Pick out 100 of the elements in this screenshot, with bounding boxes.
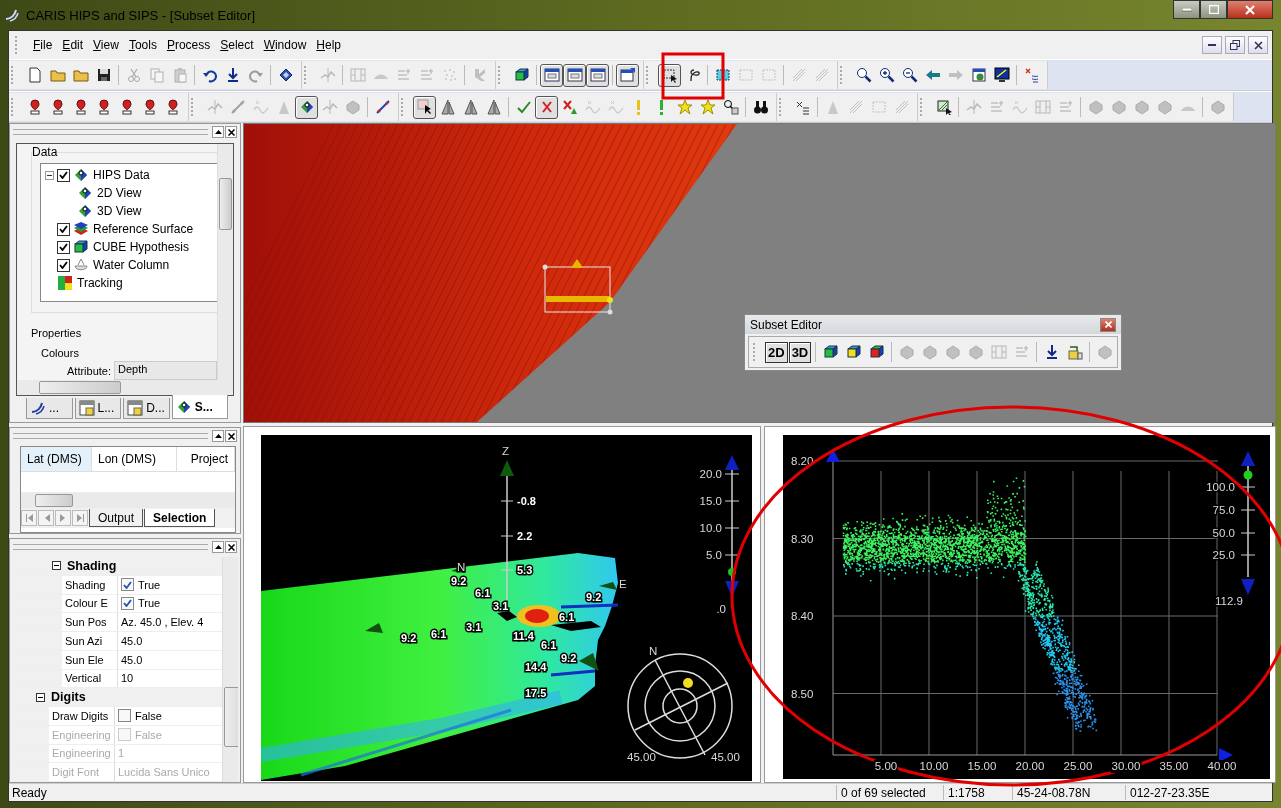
- sheet-tab[interactable]: Selection: [144, 509, 216, 527]
- direction-label: E: [619, 578, 627, 590]
- attribute-dropdown[interactable]: Depth: [114, 361, 217, 380]
- panel-tab[interactable]: S...: [171, 395, 228, 419]
- hatching-icon: [813, 67, 830, 83]
- toolbar-button[interactable]: [295, 95, 318, 119]
- column-header[interactable]: Lon (DMS): [92, 447, 177, 471]
- axis-tick-label: 5.00: [873, 760, 899, 773]
- menu-item[interactable]: Tools: [124, 36, 161, 54]
- zoom-out-icon: [901, 67, 918, 83]
- property-value[interactable]: 45.0: [121, 634, 143, 647]
- column-header[interactable]: Lat (DMS): [21, 447, 92, 471]
- close-button[interactable]: [225, 541, 237, 553]
- restore-button[interactable]: [1225, 36, 1245, 54]
- tree-item[interactable]: HIPS Data: [92, 168, 151, 182]
- toolbar-button[interactable]: [616, 63, 639, 87]
- tree-item[interactable]: Water Column: [92, 258, 171, 272]
- color-scale[interactable]: [1240, 451, 1256, 595]
- minimize-button[interactable]: [1202, 36, 1222, 54]
- close-button[interactable]: [1100, 317, 1116, 332]
- menu-item[interactable]: View: [89, 36, 123, 54]
- right-arrow-icon: [947, 67, 964, 83]
- line-tool-icon: [374, 99, 391, 115]
- menu-item[interactable]: Window: [259, 36, 311, 54]
- menu-item[interactable]: Process: [162, 36, 215, 54]
- collapse-icon[interactable]: [52, 561, 61, 571]
- checkbox[interactable]: [121, 578, 134, 592]
- hexagon-icon: [344, 99, 361, 115]
- close-button[interactable]: [1227, 0, 1273, 19]
- collapse-icon[interactable]: [36, 692, 45, 702]
- layers-icon: [73, 221, 89, 237]
- menu-item[interactable]: Help: [312, 36, 345, 54]
- close-button[interactable]: [225, 430, 237, 442]
- property-name: Sun Azi: [62, 632, 118, 650]
- hatching-icon: [790, 67, 807, 83]
- scissors-icon: [125, 67, 142, 83]
- collapse-icon[interactable]: [45, 170, 54, 180]
- checkbox[interactable]: [118, 709, 131, 723]
- dashed-rectangle-icon: [737, 67, 754, 83]
- property-value[interactable]: 10: [121, 672, 134, 685]
- tree-item[interactable]: Reference Surface: [92, 222, 195, 236]
- close-button[interactable]: [1248, 36, 1268, 54]
- hexagon-icon: [1156, 99, 1173, 115]
- property-name: Draw Digits: [49, 707, 115, 725]
- selection-marker[interactable]: [542, 259, 613, 315]
- toolbar-button[interactable]: [535, 95, 558, 119]
- property-value[interactable]: True: [138, 578, 161, 591]
- axis-tick-label: 5.3: [517, 564, 533, 576]
- maximize-button[interactable]: [1200, 0, 1227, 19]
- compass-label: 45.00: [627, 751, 656, 763]
- pin-button[interactable]: [212, 541, 224, 553]
- wave-icon: [1011, 99, 1028, 115]
- cube-icon: [73, 239, 89, 255]
- property-value[interactable]: True: [138, 597, 161, 610]
- depth-label: 3.1: [493, 600, 509, 612]
- monitor-icon: [993, 67, 1010, 83]
- nav-button[interactable]: [38, 510, 54, 526]
- dashed-rectangle-icon: [714, 67, 731, 83]
- clipboard-icon: [171, 67, 188, 83]
- tree-item[interactable]: 2D View: [96, 186, 143, 200]
- mode-button[interactable]: 3D: [788, 341, 812, 363]
- restore-icon: [1230, 40, 1240, 50]
- checkbox[interactable]: [121, 596, 134, 610]
- checkbox[interactable]: [57, 240, 70, 254]
- toolbar-button[interactable]: [586, 63, 609, 87]
- nav-button[interactable]: [21, 510, 37, 526]
- group-label: Data: [32, 145, 58, 159]
- panel-tab[interactable]: D...: [123, 398, 170, 419]
- checkbox[interactable]: [57, 168, 70, 182]
- nav-button[interactable]: [72, 510, 88, 526]
- toolbar-button[interactable]: [563, 63, 586, 87]
- mode-button[interactable]: 2D: [765, 341, 788, 363]
- toolbar-button[interactable]: [540, 63, 563, 87]
- nav-button[interactable]: [55, 510, 71, 526]
- lock-icon: [1066, 344, 1083, 360]
- checkbox[interactable]: [57, 222, 70, 236]
- column-header[interactable]: Project: [177, 447, 235, 471]
- property-value[interactable]: False: [135, 709, 162, 722]
- checkbox[interactable]: [57, 258, 70, 272]
- status-field: 1:1758: [943, 785, 1012, 800]
- pin-button[interactable]: [212, 126, 224, 138]
- property-value[interactable]: 45.0: [121, 653, 143, 666]
- menu-item[interactable]: File: [29, 36, 57, 54]
- sheet-tab[interactable]: Output: [89, 509, 144, 527]
- menu-item[interactable]: Edit: [58, 36, 88, 54]
- panel-tab[interactable]: L...: [74, 398, 122, 419]
- wave-icon: [607, 99, 624, 115]
- depth-label: 9.2: [561, 652, 577, 664]
- tree-item[interactable]: Tracking: [76, 276, 124, 290]
- scrollbar[interactable]: [16, 380, 234, 395]
- panel-tab[interactable]: ...: [26, 398, 73, 419]
- tree-item[interactable]: 3D View: [96, 204, 143, 218]
- toolbar-button[interactable]: [413, 95, 436, 119]
- menu-item[interactable]: Select: [216, 36, 258, 54]
- scrollbar[interactable]: [21, 493, 235, 508]
- close-button[interactable]: [225, 126, 237, 138]
- minimize-button[interactable]: [1173, 0, 1200, 19]
- tree-item[interactable]: CUBE Hypothesis: [92, 240, 191, 254]
- color-scale[interactable]: [724, 455, 740, 597]
- pin-button[interactable]: [212, 430, 224, 442]
